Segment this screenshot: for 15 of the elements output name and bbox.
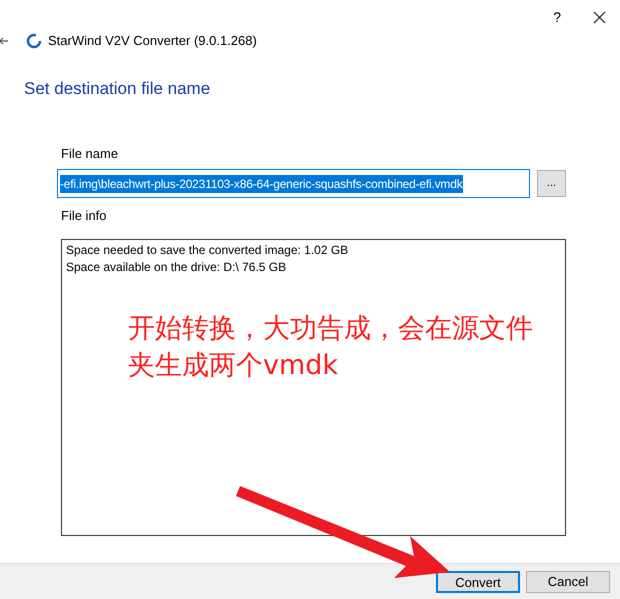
info-line: Space needed to save the converted image: 1.02 GB xyxy=(66,242,350,258)
field-label: File name xyxy=(61,144,120,162)
dialog-button[interactable]: Convert xyxy=(436,570,520,592)
dialog-button[interactable]: Cancel xyxy=(526,570,610,592)
window-title: StarWind V2V Converter (9.0.1.268) xyxy=(48,32,257,50)
help-button[interactable]: ? xyxy=(553,6,561,28)
file-name-field[interactable]: -efi.img\bleachwrt-plus-20231103-x86-64-generic-squashfs-combined-efi.vmdk xyxy=(57,169,530,198)
logo-icon xyxy=(26,33,42,49)
browse-button[interactable]: ... xyxy=(537,170,566,197)
back-arrow-icon[interactable] xyxy=(0,36,8,46)
page-heading: Set destination file name xyxy=(24,78,212,100)
close-icon[interactable] xyxy=(593,10,606,24)
info-line: Space available on the drive: D:\ 76.5 GB xyxy=(66,258,288,276)
annotation-text: 开始转换，大功告成，会在源文件 夹生成两个vmdk xyxy=(128,312,533,383)
field-label: File info xyxy=(61,207,108,225)
